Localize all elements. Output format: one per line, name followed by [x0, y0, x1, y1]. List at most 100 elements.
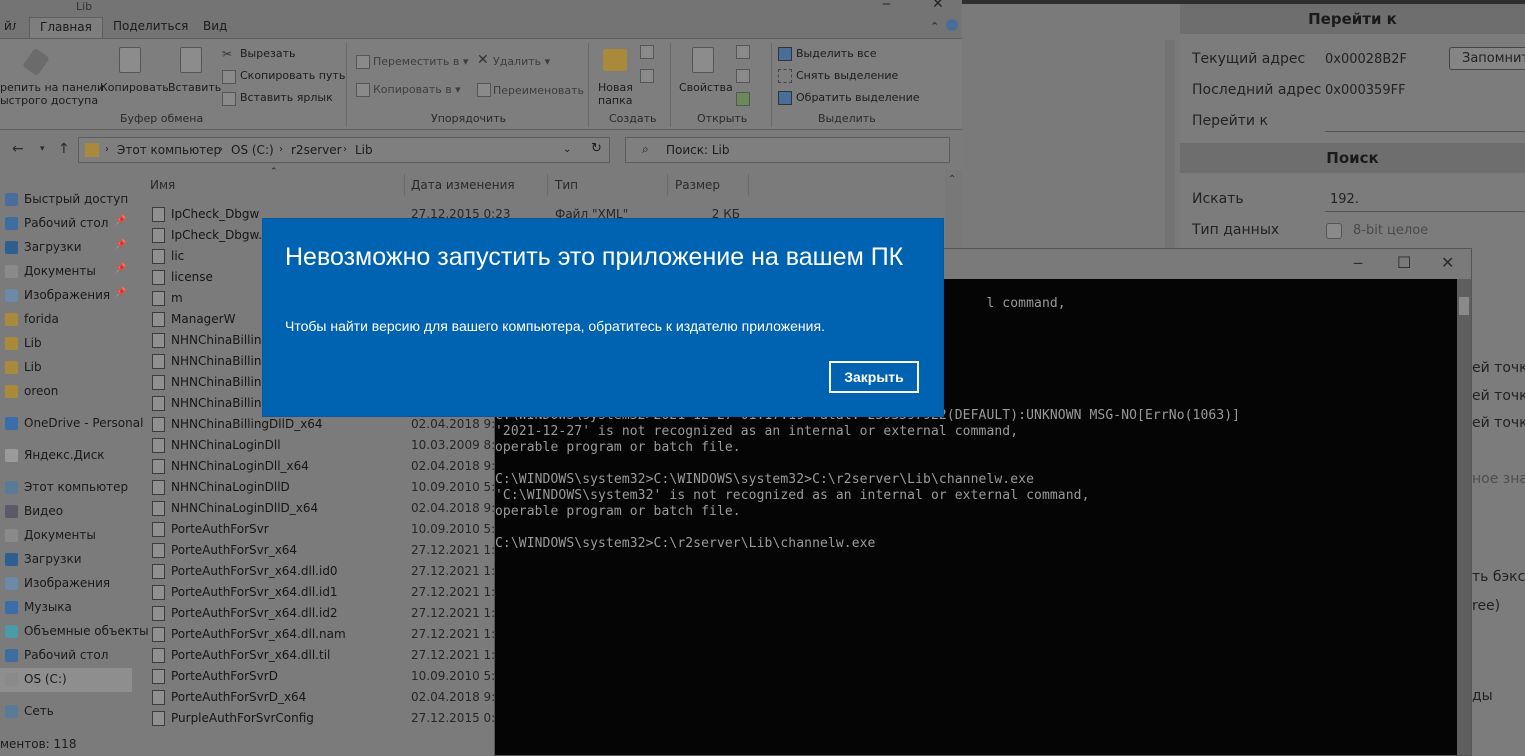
pin-icon[interactable]: 📌	[115, 216, 126, 226]
close-icon[interactable]: ✕	[1441, 253, 1454, 272]
nav-item[interactable]: Быстрый доступ	[0, 188, 132, 212]
memory-tool-scrollbar[interactable]	[1165, 40, 1175, 250]
invert-selection-button[interactable]: Обратить выделение	[796, 91, 920, 104]
help-icon[interactable]	[946, 19, 958, 31]
nav-item[interactable]: Lib	[0, 356, 132, 380]
scroll-up-icon[interactable]: ⌃	[948, 174, 956, 185]
pin-quick-access-button[interactable]: репить на панели ыстрого доступа	[0, 81, 104, 107]
delete-button[interactable]: Удалить ▾	[493, 55, 550, 68]
nav-item[interactable]: Изображения	[0, 572, 132, 596]
tab-file[interactable]: йл	[0, 17, 16, 38]
nav-item[interactable]: forida	[0, 308, 132, 332]
back-arrow-icon[interactable]: ←	[12, 141, 24, 157]
nav-item[interactable]: OS (C:)	[0, 668, 132, 692]
breadcrumb-this-pc[interactable]: Этот компьютер	[117, 143, 221, 157]
copy-to-button[interactable]: Копировать в ▾	[373, 83, 461, 96]
column-date[interactable]: Дата изменения	[411, 178, 515, 192]
search-value-input[interactable]: 192.	[1330, 192, 1359, 207]
file-icon	[152, 270, 165, 285]
tab-share[interactable]: Поделиться	[103, 17, 198, 38]
file-icon	[152, 438, 165, 453]
nav-item[interactable]: Объемные объекты	[0, 620, 149, 644]
edit-icon[interactable]	[736, 69, 750, 83]
nav-item[interactable]: OneDrive - Personal	[0, 412, 143, 436]
nav-item[interactable]: Сеть	[0, 700, 132, 724]
breadcrumb-r2server[interactable]: r2server	[291, 143, 342, 157]
ribbon-separator	[588, 43, 589, 127]
file-name: NHNChinaBilling	[171, 396, 270, 410]
nav-item[interactable]: Яндекс.Диск	[0, 444, 132, 468]
open-icon[interactable]	[736, 45, 750, 59]
nav-item[interactable]: Загрузки 📌	[0, 236, 132, 260]
address-dropdown-icon[interactable]: ⌄	[563, 144, 571, 155]
pin-icon[interactable]: 📌	[115, 288, 126, 298]
pin-icon[interactable]: 📌	[115, 264, 126, 274]
recent-dropdown-icon[interactable]: ▾	[40, 144, 45, 154]
nav-item[interactable]: Рабочий стол 📌	[0, 212, 132, 236]
maximize-icon[interactable]: ☐	[1397, 253, 1411, 272]
nav-item[interactable]: Музыка	[0, 596, 132, 620]
column-separator[interactable]	[667, 174, 668, 196]
nav-item[interactable]: oreon	[0, 380, 132, 404]
file-icon	[152, 627, 165, 642]
column-separator[interactable]	[748, 174, 749, 196]
nav-item[interactable]: Этот компьютер	[0, 476, 132, 500]
nav-item[interactable]: Документы 📌	[0, 260, 132, 284]
select-all-button[interactable]: Выделить все	[796, 47, 876, 60]
column-type[interactable]: Тип	[555, 178, 578, 192]
nav-item-icon	[5, 265, 18, 278]
console-scrollbar[interactable]	[1457, 279, 1471, 755]
close-button[interactable]: Закрыть	[829, 361, 919, 393]
tab-view[interactable]: Вид	[193, 17, 237, 38]
datatype-checkbox[interactable]	[1326, 223, 1342, 239]
move-to-button[interactable]: Переместить в ▾	[373, 55, 468, 68]
search-input[interactable]: Поиск: Lib	[666, 143, 730, 157]
new-item-icon[interactable]	[640, 45, 654, 59]
up-arrow-icon[interactable]: ↑	[58, 141, 70, 157]
easy-access-icon[interactable]	[640, 69, 654, 83]
column-name[interactable]: Имя	[150, 178, 175, 192]
nav-item[interactable]: Изображения 📌	[0, 284, 132, 308]
nav-item[interactable]: Видео	[0, 500, 132, 524]
column-size[interactable]: Размер	[675, 178, 720, 192]
option-fragment-2: ей точко	[1472, 388, 1525, 404]
minimize-icon[interactable]: ‒	[882, 0, 891, 12]
new-folder-button[interactable]: Новая папка	[598, 81, 633, 107]
search-box[interactable]: ⌕ Поиск: Lib	[625, 137, 950, 163]
nav-item-icon	[5, 505, 18, 518]
search-value-underline	[1325, 211, 1525, 212]
file-name: PorteAuthForSvr_x64.dll.id2	[171, 606, 338, 620]
history-icon[interactable]	[736, 92, 750, 106]
ribbon-collapse-icon[interactable]: ⌃	[930, 20, 939, 33]
column-separator[interactable]	[547, 174, 548, 196]
breadcrumb-lib[interactable]: Lib	[355, 143, 373, 157]
paste-shortcut-button[interactable]: Вставить ярлык	[240, 91, 333, 104]
nav-item[interactable]: Рабочий стол	[0, 644, 132, 668]
select-none-button[interactable]: Снять выделение	[796, 69, 898, 82]
pin-icon[interactable]: 📌	[115, 240, 126, 250]
nav-item[interactable]: Загрузки	[0, 548, 132, 572]
address-bar[interactable]: › Этот компьютер › OS (C:) › r2server › …	[78, 137, 610, 163]
console-scroll-thumb[interactable]	[1459, 297, 1469, 315]
close-icon[interactable]: ✕	[932, 0, 944, 12]
minimize-icon[interactable]: ‒	[1353, 253, 1363, 272]
breadcrumb-os-c[interactable]: OS (C:)	[231, 143, 274, 157]
remember-button[interactable]: Запомнит	[1449, 47, 1525, 70]
goto-label: Перейти к	[1192, 113, 1268, 129]
nav-item[interactable]: Lib	[0, 332, 132, 356]
nav-item[interactable]: Документы	[0, 524, 132, 548]
tab-home[interactable]: Главная	[29, 17, 103, 38]
file-icon	[152, 375, 165, 390]
file-name: PorteAuthForSvr_x64.dll.id0	[171, 564, 338, 578]
rename-button[interactable]: Переименовать	[493, 84, 584, 97]
cut-button[interactable]: Вырезать	[240, 47, 295, 60]
properties-button[interactable]: Свойства	[679, 81, 733, 94]
paste-button[interactable]: Вставить	[168, 81, 221, 94]
refresh-icon[interactable]: ↻	[591, 141, 602, 156]
column-separator[interactable]	[404, 174, 405, 196]
goto-input[interactable]	[1325, 131, 1525, 132]
copy-button[interactable]: Копировать	[100, 81, 169, 94]
nav-item-icon	[5, 673, 18, 686]
group-clipboard-label: Буфер обмена	[120, 112, 204, 125]
copy-path-button[interactable]: Скопировать путь	[240, 69, 345, 82]
